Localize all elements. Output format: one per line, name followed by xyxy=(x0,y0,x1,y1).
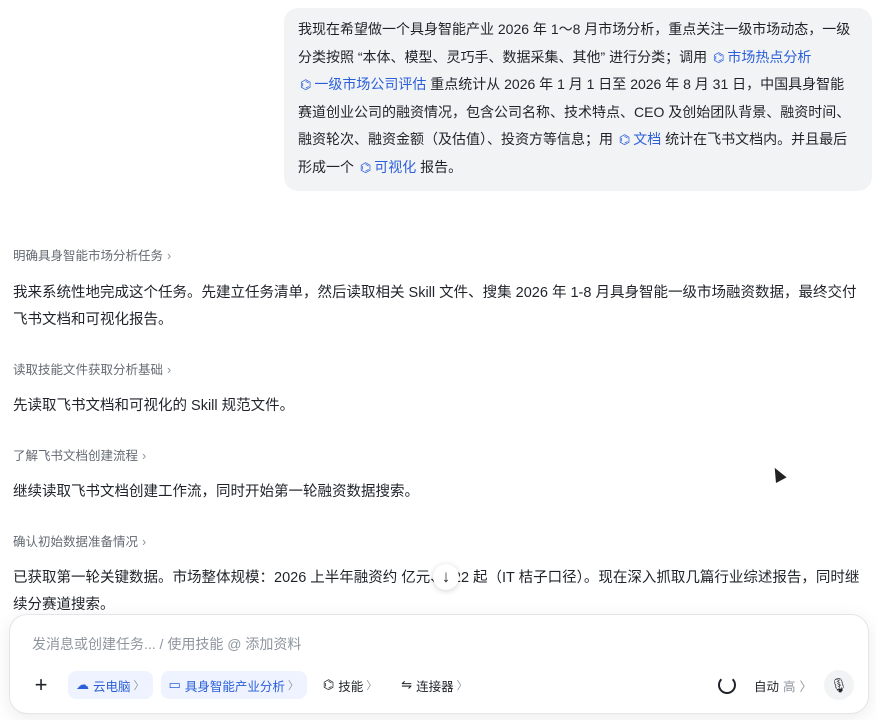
arrow-down-icon: ↓ xyxy=(441,567,451,586)
chevron-right-icon: 〉 xyxy=(133,680,145,692)
spinner-icon xyxy=(717,676,736,694)
mode-selector[interactable]: 自动高〉 xyxy=(754,676,812,695)
scroll-to-bottom-button[interactable]: ↓ xyxy=(433,564,459,590)
cloud-icon: ☁ xyxy=(76,677,89,692)
mic-button[interactable]: 🎙 xyxy=(824,670,854,700)
chevron-right-icon: › xyxy=(167,363,172,377)
chevron-right-icon: 〉 xyxy=(456,680,468,692)
chevron-right-icon: 〉 xyxy=(287,680,299,692)
skills-chip[interactable]: ⌬ 技能 〉 xyxy=(315,671,385,699)
project-chip[interactable]: ▭ 具身智能产业分析 〉 xyxy=(160,671,307,699)
chevron-right-icon: 〉 xyxy=(366,680,378,692)
skill-icon: ⌬ xyxy=(359,159,372,175)
skill-link-market-hotspot[interactable]: ⌬ 市场热点分析 xyxy=(711,49,811,65)
user-message-bubble: 我现在希望做一个具身智能产业 2026 年 1～8 月市场分析，重点关注一级市场… xyxy=(284,8,872,191)
step-header[interactable]: 读取技能文件获取分析基础 › xyxy=(13,359,171,378)
plus-icon[interactable]: + xyxy=(28,672,54,698)
user-message-text-4: 报告。 xyxy=(420,158,463,175)
assistant-paragraph: 我来系统性地完成这个任务。先建立任务清单，然后读取相关 Skill 文件、搜集 … xyxy=(13,285,857,328)
step-header[interactable]: 了解飞书文档创建流程 › xyxy=(13,445,146,464)
folder-icon: ▭ xyxy=(168,677,181,692)
composer-toolbar: + ☁ 云电脑 〉 ▭ 具身智能产业分析 〉 ⌬ 技能 〉 ⇋ 连接器 〉 自动… xyxy=(28,669,854,701)
step-header[interactable]: 明确具身智能市场分析任务 › xyxy=(13,245,171,264)
connector-chip[interactable]: ⇋ 连接器 〉 xyxy=(393,671,475,699)
assistant-paragraph: 继续读取飞书文档创建工作流，同时开始第一轮融资数据搜索。 xyxy=(13,484,419,500)
step-header[interactable]: 确认初始数据准备情况 › xyxy=(13,531,146,550)
chevron-right-icon: › xyxy=(167,249,172,263)
cloud-computer-chip[interactable]: ☁ 云电脑 〉 xyxy=(68,671,153,699)
chevron-right-icon: › xyxy=(142,535,147,549)
skill-icon: ⌬ xyxy=(713,49,725,65)
skill-link-company-eval[interactable]: ⌬ 一级市场公司评估 xyxy=(298,76,426,92)
connector-icon: ⇋ xyxy=(401,677,413,692)
mic-icon: 🎙 xyxy=(830,676,848,693)
skill-link-doc[interactable]: ⌬ 文档 xyxy=(617,131,661,147)
message-composer: 发消息或创建任务... / 使用技能 @ 添加资料 + ☁ 云电脑 〉 ▭ 具身… xyxy=(9,614,869,714)
assistant-paragraph: 先读取飞书文档和可视化的 Skill 规范文件。 xyxy=(13,398,295,414)
skill-icon: ⌬ xyxy=(618,132,631,147)
skill-link-visualize[interactable]: ⌬ 可视化 xyxy=(358,159,416,175)
message-input[interactable]: 发消息或创建任务... / 使用技能 @ 添加资料 xyxy=(32,634,301,654)
chevron-right-icon: 〉 xyxy=(799,679,812,694)
skill-icon: ⌬ xyxy=(300,77,312,92)
skill-icon: ⌬ xyxy=(322,677,335,692)
chevron-right-icon: › xyxy=(142,449,147,463)
